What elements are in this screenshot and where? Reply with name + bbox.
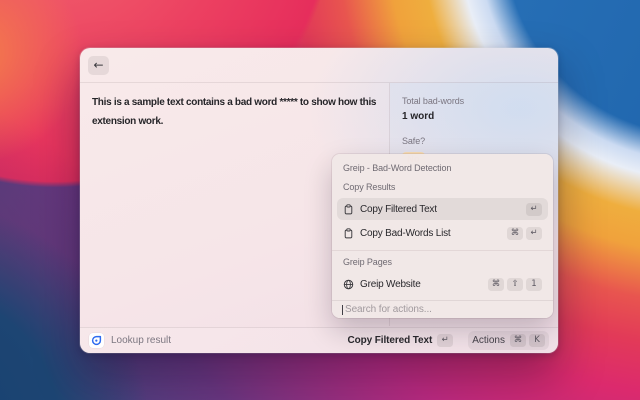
desktop-wallpaper: { "header": { "back_icon": "←" }, "conte… <box>0 0 640 400</box>
command-title: Lookup result <box>111 335 171 346</box>
action-menu-list: Greip - Bad-Word Detection Copy Results … <box>332 154 553 300</box>
one-key-icon: 1 <box>526 278 542 291</box>
command-key-icon: ⌘ <box>510 334 526 347</box>
window-header: ← <box>80 48 558 83</box>
clipboard-icon <box>343 228 354 239</box>
menu-item-greip-website[interactable]: Greip Website ⌘ ⇧ 1 <box>337 273 548 295</box>
enter-key-icon: ↵ <box>437 334 453 347</box>
actions-label: Actions <box>472 335 505 346</box>
action-menu-popup: Greip - Bad-Word Detection Copy Results … <box>332 154 553 318</box>
text-caret <box>342 305 343 315</box>
menu-item-label: Copy Bad-Words List <box>360 228 451 239</box>
total-badwords-value: 1 word <box>402 111 546 122</box>
k-key-icon: K <box>529 334 545 347</box>
shift-key-icon: ⇧ <box>507 278 523 291</box>
extension-window: ← This is a sample text contains a bad w… <box>80 48 558 353</box>
enter-key-icon: ↵ <box>526 203 542 216</box>
greip-logo-icon <box>91 335 102 346</box>
menu-item-copy-filtered-text[interactable]: Copy Filtered Text ↵ <box>337 198 548 220</box>
action-search-input[interactable]: Search for actions... <box>332 300 553 318</box>
globe-icon <box>343 279 354 290</box>
primary-action-button[interactable]: Copy Filtered Text ↵ <box>348 334 454 347</box>
total-badwords-label: Total bad-words <box>402 96 546 106</box>
menu-item-label: Greip Website <box>360 279 421 290</box>
section-greip-pages: Greip Pages <box>332 257 553 268</box>
action-menu-title: Greip - Bad-Word Detection <box>332 162 553 174</box>
safe-label: Safe? <box>402 136 546 146</box>
menu-item-copy-bad-words-list[interactable]: Copy Bad-Words List ⌘ ↵ <box>337 222 548 244</box>
clipboard-icon <box>343 204 354 215</box>
command-key-icon: ⌘ <box>488 278 504 291</box>
filtered-sample-text: This is a sample text contains a bad wor… <box>92 94 377 131</box>
enter-key-icon: ↵ <box>526 227 542 240</box>
section-copy-results: Copy Results <box>332 182 553 193</box>
actions-button[interactable]: Actions ⌘ K <box>468 331 549 350</box>
command-key-icon: ⌘ <box>507 227 523 240</box>
menu-item-label: Copy Filtered Text <box>360 204 437 215</box>
status-bar: Lookup result Copy Filtered Text ↵ Actio… <box>80 327 558 353</box>
greip-app-icon <box>89 333 104 348</box>
back-arrow-icon: ← <box>93 59 103 71</box>
primary-action-label: Copy Filtered Text <box>348 335 433 346</box>
search-placeholder: Search for actions... <box>345 304 432 315</box>
back-button[interactable]: ← <box>88 56 109 75</box>
menu-section-divider <box>332 250 553 251</box>
